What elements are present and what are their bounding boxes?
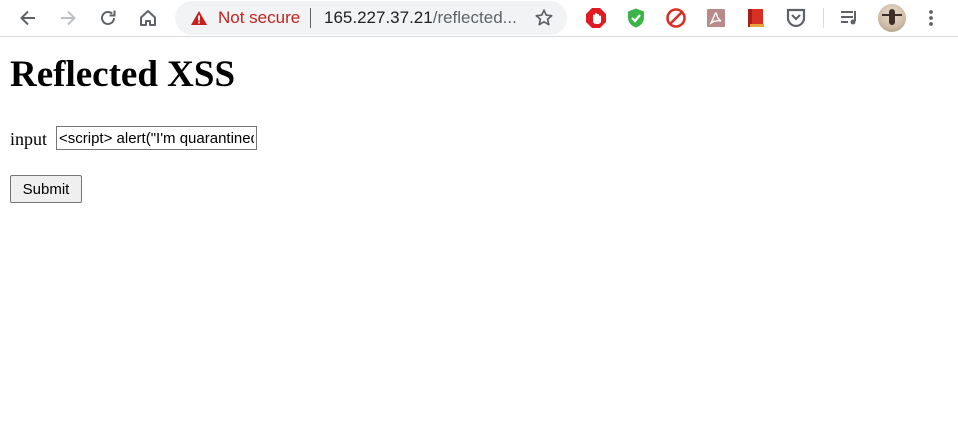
arrow-right-icon: [61, 10, 76, 26]
block-icon: [666, 8, 686, 28]
block-extension[interactable]: [664, 6, 688, 30]
url-host: 165.227.37.21: [324, 8, 433, 27]
home-icon: [140, 10, 156, 26]
browser-toolbar: Not secure 165.227.37.21/reflected...: [0, 0, 958, 37]
reload-button[interactable]: [94, 4, 122, 32]
home-button[interactable]: [134, 4, 162, 32]
toolbar-divider: [823, 8, 824, 28]
page-title: Reflected XSS: [10, 54, 236, 95]
media-control-button[interactable]: [838, 6, 862, 30]
avatar-figure: [889, 9, 895, 25]
text-input[interactable]: [56, 126, 257, 150]
forward-button[interactable]: [54, 4, 82, 32]
url-text[interactable]: 165.227.37.21/reflected...: [324, 8, 517, 28]
security-status[interactable]: Not secure: [218, 8, 300, 28]
submit-button[interactable]: Submit: [10, 175, 82, 203]
avatar-arms: [882, 14, 902, 16]
kebab-menu-icon: [929, 10, 933, 26]
warning-icon[interactable]: [190, 10, 208, 26]
book-icon: [748, 9, 764, 27]
pocket-icon: [786, 8, 806, 28]
url-path: /reflected...: [432, 8, 517, 27]
arrow-left-icon: [20, 10, 35, 26]
book-extension[interactable]: [744, 6, 768, 30]
playlist-icon: [841, 11, 856, 25]
shield-check-icon: [628, 8, 644, 28]
profile-avatar[interactable]: [878, 4, 906, 32]
pdf-extension[interactable]: [704, 6, 728, 30]
pdf-icon: [707, 9, 725, 27]
shield-extension[interactable]: [624, 6, 648, 30]
menu-button[interactable]: [917, 4, 945, 32]
reload-icon: [101, 10, 116, 25]
address-bar[interactable]: Not secure 165.227.37.21/reflected...: [175, 1, 567, 35]
adblock-extension[interactable]: [584, 6, 608, 30]
address-divider: [310, 8, 311, 28]
bookmark-star-icon[interactable]: [534, 8, 554, 28]
input-label: input: [10, 129, 48, 149]
pocket-extension[interactable]: [784, 6, 808, 30]
back-button[interactable]: [14, 4, 42, 32]
adblock-icon: [586, 8, 606, 28]
